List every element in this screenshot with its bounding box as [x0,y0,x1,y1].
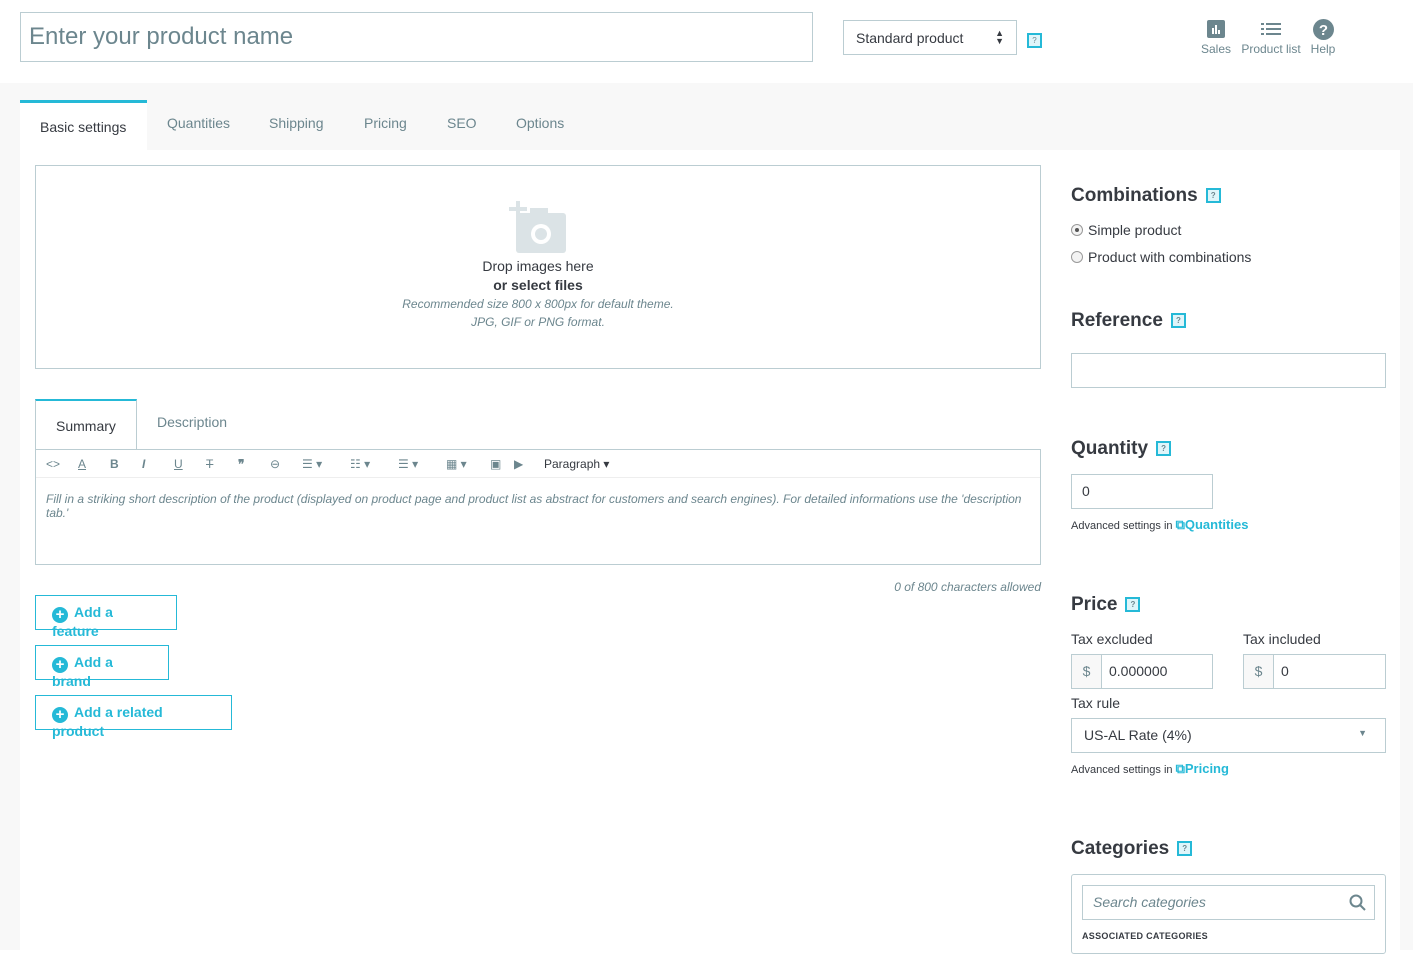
help-icon[interactable]: ? [1177,841,1193,857]
help-icon[interactable]: ? [1125,597,1141,613]
tax-included-label: Tax included [1243,631,1321,647]
tax-excluded-input[interactable]: $0.000000 [1071,654,1213,689]
help-icon[interactable]: ? [1027,33,1042,48]
blockquote-icon[interactable]: ❞ [238,457,270,471]
tax-excluded-value: 0.000000 [1109,663,1168,679]
tax-rule-select[interactable]: US-AL Rate (4%) ▼ [1071,718,1386,753]
align-icon[interactable]: ☰ ▾ [302,457,350,471]
sort-arrows-icon: ▲ ▼ [995,28,1004,46]
add-feature-button[interactable]: + Add a feature [35,595,177,639]
image-dropzone[interactable]: Drop images here or select files Recomme… [35,165,1041,369]
combinations-heading: Combinations? [1071,185,1221,207]
tab-seo[interactable]: SEO [427,100,497,150]
list-icon [1261,23,1281,35]
character-count: 0 of 800 characters allowed [894,580,1041,594]
tax-included-value: 0 [1281,663,1289,679]
price-advanced: Advanced settings in ⧉Pricing [1071,761,1229,776]
radio-checked[interactable] [1071,224,1083,236]
quantity-heading: Quantity? [1071,438,1172,460]
radio-product-with-combinations[interactable]: Product with combinations [1071,249,1251,265]
tab-shipping[interactable]: Shipping [249,100,344,150]
plus-circle-icon: + [52,657,68,673]
price-heading: Price? [1071,594,1141,616]
search-icon [1349,894,1366,911]
reference-heading: Reference? [1071,310,1186,332]
currency-prefix: $ [1072,655,1102,688]
tab-pricing[interactable]: Pricing [344,100,427,150]
help-icon[interactable]: ? [1156,441,1172,457]
summary-editor[interactable]: <> A B I U T ❞ ⊖ ☰ ▾ ☷ ▾ ☰ ▾ ▦ ▾ ▣ ▶ Par… [35,449,1041,565]
drop-text: Drop images here [482,258,594,274]
svg-text:?: ? [1318,22,1327,39]
associated-categories-label: ASSOCIATED CATEGORIES [1082,931,1208,941]
format-dropdown[interactable]: Paragraph ▾ [544,457,609,471]
tax-rule-value: US-AL Rate (4%) [1084,727,1192,743]
add-related-product-button[interactable]: + Add a related product [35,695,232,739]
tax-included-input[interactable]: $0 [1243,654,1386,689]
radio-simple-product[interactable]: Simple product [1071,222,1181,238]
product-list-button[interactable]: Product list [1239,18,1303,56]
table-icon[interactable]: ▦ ▾ [446,457,490,471]
tab-options[interactable]: Options [496,100,584,150]
size-hint: Recommended size 800 x 800px for default… [402,297,674,311]
tab-quantities[interactable]: Quantities [147,100,250,150]
product-name-input[interactable]: Enter your product name [20,12,813,62]
summary-placeholder: Fill in a striking short description of … [46,492,1022,520]
plus-circle-icon: + [52,607,68,623]
strikethrough-icon[interactable]: T [206,457,238,471]
product-type-select[interactable]: Standard product ▲ ▼ [843,20,1017,55]
tax-excluded-label: Tax excluded [1071,631,1153,647]
categories-box: Search categories ASSOCIATED CATEGORIES [1071,874,1386,954]
select-files-link[interactable]: or select files [36,277,1040,293]
numbered-list-icon[interactable]: ☰ ▾ [398,457,446,471]
image-icon[interactable]: ▣ [490,457,514,471]
quantity-advanced: Advanced settings in ⧉Quantities [1071,517,1249,532]
format-value: Paragraph [544,456,601,471]
pricing-link[interactable]: ⧉Pricing [1176,761,1229,776]
search-categories-input[interactable]: Search categories [1082,885,1375,920]
tab-summary[interactable]: Summary [35,399,137,450]
external-link-icon: ⧉ [1175,517,1185,532]
bullet-list-icon[interactable]: ☷ ▾ [350,457,398,471]
add-brand-button[interactable]: + Add a brand [35,645,169,689]
help-circle-icon: ? [1312,18,1334,40]
currency-prefix: $ [1244,655,1274,688]
external-link-icon: ⧉ [1175,761,1185,776]
quantities-link[interactable]: ⧉Quantities [1176,517,1249,532]
bold-icon[interactable]: B [110,457,142,471]
format-hint: JPG, GIF or PNG format. [471,315,605,329]
caret-down-icon: ▼ [1358,728,1367,738]
help-button[interactable]: ? Help [1308,18,1338,56]
help-icon[interactable]: ? [1205,188,1221,204]
editor-toolbar: <> A B I U T ❞ ⊖ ☰ ▾ ☷ ▾ ☰ ▾ ▦ ▾ ▣ ▶ Par… [36,450,1040,478]
sales-button[interactable]: Sales [1199,18,1233,56]
tab-description[interactable]: Description [137,399,247,450]
link-icon[interactable]: ⊖ [270,457,302,471]
add-photo-icon [509,201,566,253]
reference-input[interactable] [1071,353,1386,388]
product-type-value: Standard product [856,30,964,46]
text-color-icon[interactable]: A [78,457,110,471]
help-icon[interactable]: ? [1170,313,1186,329]
italic-icon[interactable]: I [142,457,174,471]
help-label: Help [1310,42,1336,56]
bar-chart-icon [1207,20,1225,38]
product-list-label: Product list [1241,42,1301,56]
plus-circle-icon: + [52,707,68,723]
media-icon[interactable]: ▶ [514,457,544,471]
categories-heading: Categories? [1071,838,1193,860]
radio-unchecked[interactable] [1071,251,1083,263]
underline-icon[interactable]: U [174,457,206,471]
tax-rule-label: Tax rule [1071,695,1121,711]
quantity-input[interactable]: 0 [1071,474,1213,509]
sales-label: Sales [1200,42,1232,56]
source-code-icon[interactable]: <> [46,457,78,471]
tab-basic-settings[interactable]: Basic settings [20,100,147,150]
